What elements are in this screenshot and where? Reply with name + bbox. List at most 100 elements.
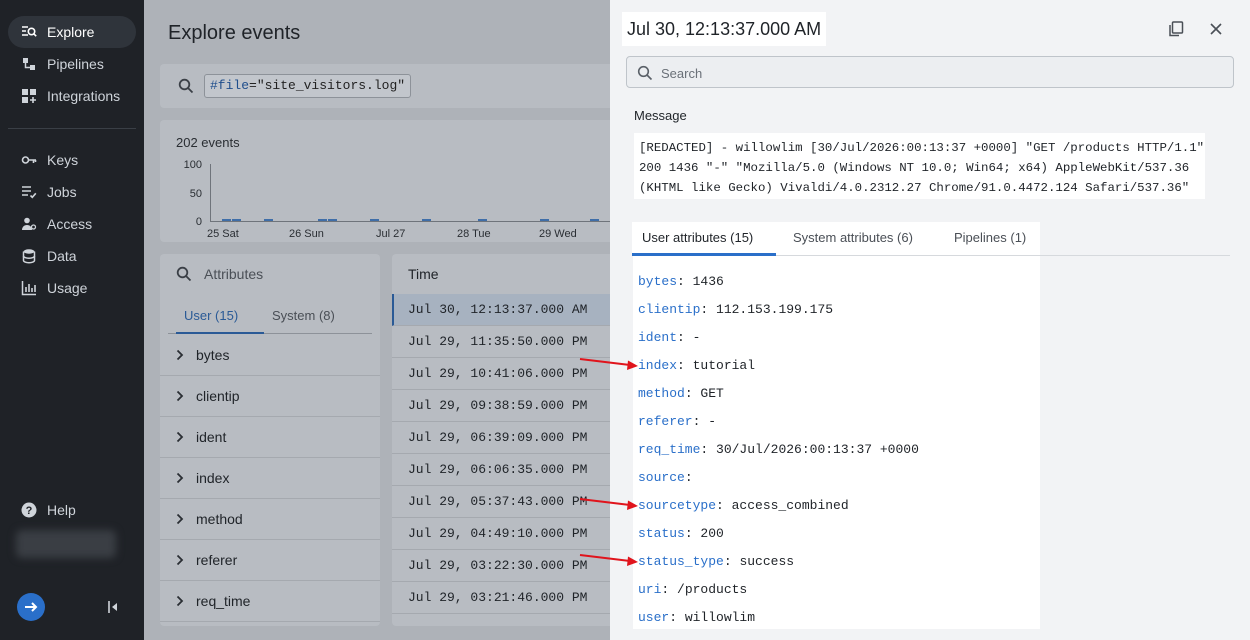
attribute-value[interactable]: -	[693, 330, 701, 345]
event-row[interactable]: Jul 29, 06:06:35.000 PM	[392, 454, 610, 486]
event-row[interactable]: Jul 29, 06:39:09.000 PM	[392, 422, 610, 454]
attribute-value[interactable]: /products	[677, 582, 747, 597]
tab-system-attributes[interactable]: System attributes (6)	[793, 230, 913, 245]
sidebar-item-usage[interactable]: Usage	[8, 272, 136, 304]
tab-user-attributes[interactable]: User (15)	[184, 308, 238, 323]
page-title: Explore events	[168, 22, 301, 44]
attribute-key[interactable]: method	[638, 386, 685, 401]
histogram-bar[interactable]	[370, 219, 379, 221]
attribute-value[interactable]: success	[739, 554, 794, 569]
attribute-row[interactable]: ident	[160, 417, 380, 458]
attribute-key[interactable]: req_time	[638, 442, 700, 457]
close-icon[interactable]	[1203, 16, 1229, 42]
attribute-value[interactable]: 200	[700, 526, 723, 541]
sidebar-item-pipelines[interactable]: Pipelines	[8, 48, 136, 80]
attribute-key[interactable]: index	[638, 358, 677, 373]
sidebar-item-explore[interactable]: Explore	[8, 16, 136, 48]
attribute-row[interactable]: method	[160, 499, 380, 540]
attribute-key[interactable]: sourcetype	[638, 498, 716, 513]
histogram-bar[interactable]	[232, 219, 241, 221]
chevron-right-icon	[160, 554, 196, 566]
attributes-search-placeholder: Attributes	[204, 266, 264, 282]
histogram-bar[interactable]	[590, 219, 599, 221]
user-account-blurred[interactable]	[16, 530, 116, 558]
panel-search[interactable]	[626, 56, 1234, 88]
event-row[interactable]: Jul 29, 04:49:10.000 PM	[392, 518, 610, 550]
tab-user-attributes[interactable]: User attributes (15)	[642, 230, 753, 245]
attribute-key[interactable]: bytes	[638, 274, 677, 289]
attribute-name: method	[196, 511, 243, 527]
attribute-entry: uri: /products	[638, 582, 748, 597]
sidebar-item-keys[interactable]: Keys	[8, 144, 136, 176]
attribute-entry: status_type: success	[638, 554, 795, 569]
events-table: Time Jul 30, 12:13:37.000 AM Jul 29, 11:…	[392, 254, 610, 626]
attribute-value[interactable]: 112.153.199.175	[716, 302, 833, 317]
event-row-selected[interactable]: Jul 30, 12:13:37.000 AM	[392, 294, 610, 326]
attribute-value[interactable]: 30/Jul/2026:00:13:37 +0000	[716, 442, 919, 457]
user-attributes-list: bytes: 1436 clientip: 112.153.199.175 id…	[633, 256, 1040, 629]
attribute-row[interactable]: referer	[160, 540, 380, 581]
query-bar[interactable]: #file="site_visitors.log"	[160, 64, 610, 108]
histogram-x-axis	[210, 221, 610, 222]
chevron-right-icon	[160, 349, 196, 361]
attribute-row[interactable]: req_time	[160, 581, 380, 622]
sidebar-item-access[interactable]: Access	[8, 208, 136, 240]
attribute-entry: sourcetype: access_combined	[638, 498, 849, 513]
histogram-y-axis	[210, 164, 211, 222]
histogram-bar[interactable]	[422, 219, 431, 221]
query-filter-chip[interactable]: #file="site_visitors.log"	[204, 74, 412, 98]
histogram-bar[interactable]	[540, 219, 549, 221]
query-operator: =	[249, 78, 257, 93]
sidebar-item-label: Integrations	[47, 88, 121, 104]
histogram-bar[interactable]	[478, 219, 487, 221]
histogram-bar[interactable]	[328, 219, 337, 221]
histogram-bar[interactable]	[318, 219, 327, 221]
attribute-value[interactable]: 1436	[693, 274, 724, 289]
sidebar-item-label: Keys	[47, 152, 79, 168]
attribute-row[interactable]: bytes	[160, 335, 380, 376]
attribute-row[interactable]: index	[160, 458, 380, 499]
histogram-bar[interactable]	[264, 219, 273, 221]
attribute-row[interactable]: clientip	[160, 376, 380, 417]
attribute-name: clientip	[196, 388, 240, 404]
usage-icon	[20, 279, 38, 297]
attribute-entry: referer: -	[638, 414, 717, 429]
attribute-entry: index: tutorial	[638, 358, 756, 373]
sidebar-item-label: Usage	[47, 280, 88, 296]
attribute-key[interactable]: status	[638, 526, 685, 541]
event-row[interactable]: Jul 29, 11:35:50.000 PM	[392, 326, 610, 358]
attribute-key[interactable]: source	[638, 470, 685, 485]
attribute-key[interactable]: user	[638, 610, 669, 625]
attribute-value[interactable]: -	[708, 414, 716, 429]
column-header-time[interactable]: Time	[408, 266, 439, 282]
attribute-key[interactable]: status_type	[638, 554, 724, 569]
app-logo-icon[interactable]	[17, 593, 45, 621]
event-row[interactable]: Jul 29, 09:38:59.000 PM	[392, 390, 610, 422]
attribute-value[interactable]: access_combined	[732, 498, 849, 513]
attribute-name: bytes	[196, 347, 230, 363]
help-icon: ?	[20, 501, 38, 519]
tab-system-attributes[interactable]: System (8)	[272, 308, 335, 323]
attribute-key[interactable]: ident	[638, 330, 677, 345]
message-line: [REDACTED] - willowlim [30/Jul/2026:00:1…	[639, 141, 1205, 155]
attributes-search[interactable]: Attributes	[160, 254, 380, 294]
event-row[interactable]: Jul 29, 03:21:46.000 PM	[392, 582, 610, 614]
sidebar-item-jobs[interactable]: Jobs	[8, 176, 136, 208]
sidebar-item-integrations[interactable]: Integrations	[8, 80, 136, 112]
attribute-key[interactable]: clientip	[638, 302, 700, 317]
histogram-bar[interactable]	[222, 219, 231, 221]
explore-icon	[20, 23, 38, 41]
event-count: 202 events	[176, 135, 240, 150]
tab-pipelines[interactable]: Pipelines (1)	[954, 230, 1026, 245]
copy-icon[interactable]	[1163, 16, 1189, 42]
collapse-sidebar-icon[interactable]	[104, 598, 122, 616]
sidebar-item-help[interactable]: ? Help	[8, 494, 136, 526]
attribute-key[interactable]: referer	[638, 414, 693, 429]
attribute-value[interactable]: tutorial	[693, 358, 755, 373]
sidebar-item-data[interactable]: Data	[8, 240, 136, 272]
panel-search-input[interactable]	[661, 63, 1221, 83]
attribute-key[interactable]: uri	[638, 582, 661, 597]
attribute-value[interactable]: GET	[700, 386, 723, 401]
attribute-value[interactable]: willowlim	[685, 610, 755, 625]
attribute-entry: clientip: 112.153.199.175	[638, 302, 834, 317]
